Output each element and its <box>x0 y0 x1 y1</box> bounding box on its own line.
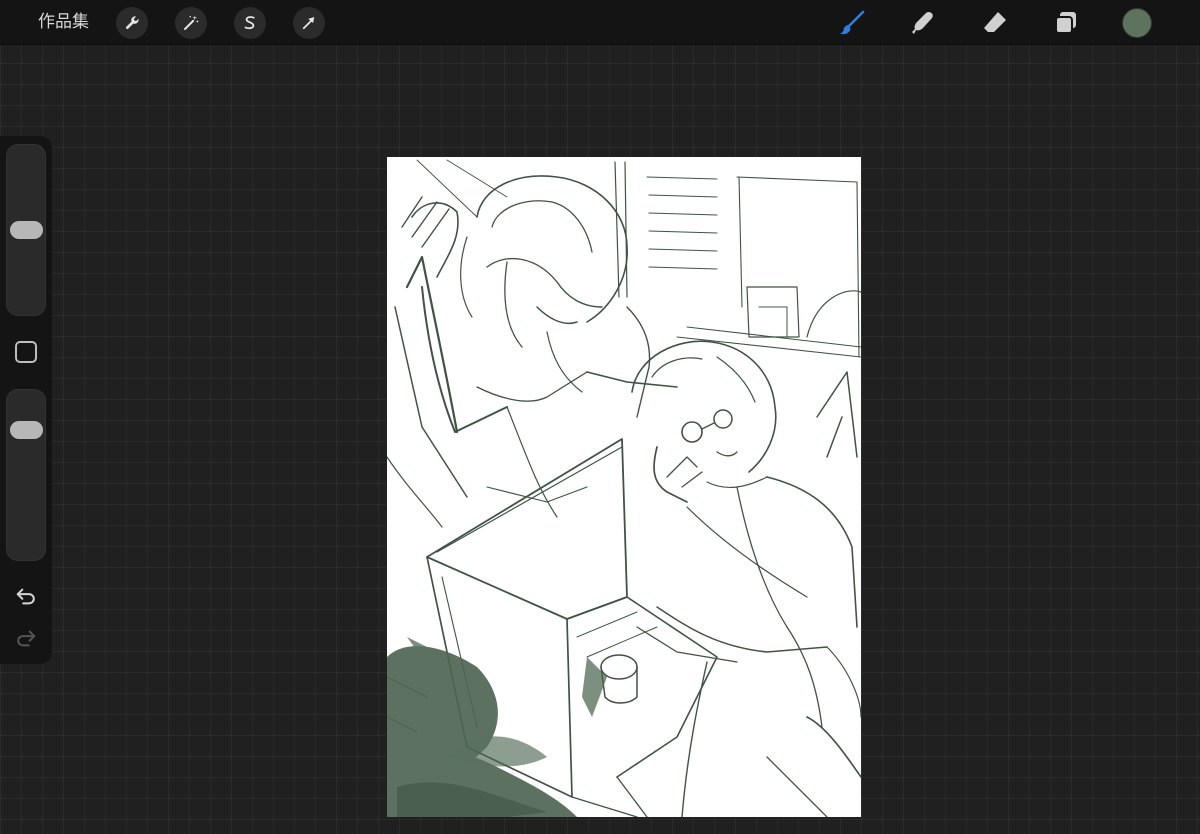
actions-button[interactable] <box>116 7 148 39</box>
undo-icon <box>16 588 35 605</box>
wrench-icon <box>125 16 139 30</box>
transform-button[interactable] <box>293 7 325 39</box>
modify-button[interactable] <box>15 341 37 363</box>
redo-icon <box>17 630 36 647</box>
brush-size-slider-thumb[interactable] <box>10 221 43 239</box>
selection-button[interactable] <box>234 7 266 39</box>
layers-icon <box>1055 12 1076 34</box>
color-picker-button[interactable] <box>1122 8 1152 38</box>
eraser-icon <box>984 12 1006 32</box>
top-toolbar: 作品集 <box>0 0 1200 45</box>
smudge-tool-button[interactable] <box>907 7 939 39</box>
magic-wand-icon <box>184 15 199 30</box>
redo-button[interactable] <box>12 624 40 652</box>
drawing-canvas[interactable] <box>387 157 861 817</box>
eraser-tool-button[interactable] <box>979 7 1011 39</box>
layers-button[interactable] <box>1050 7 1082 39</box>
brush-icon <box>840 10 865 35</box>
sketch-artwork <box>387 159 861 817</box>
undo-button[interactable] <box>12 582 40 610</box>
transform-arrow-icon <box>302 17 315 30</box>
smudge-icon <box>912 12 933 34</box>
brush-size-slider[interactable] <box>6 144 46 316</box>
selection-s-icon <box>244 16 255 30</box>
procreate-app: 作品集 <box>0 0 1200 834</box>
left-sidebar <box>0 136 52 664</box>
gallery-button[interactable]: 作品集 <box>38 10 89 34</box>
opacity-slider-thumb[interactable] <box>10 420 43 439</box>
adjustments-button[interactable] <box>175 7 207 39</box>
brush-tool-button[interactable] <box>836 7 868 39</box>
opacity-slider[interactable] <box>6 389 46 561</box>
